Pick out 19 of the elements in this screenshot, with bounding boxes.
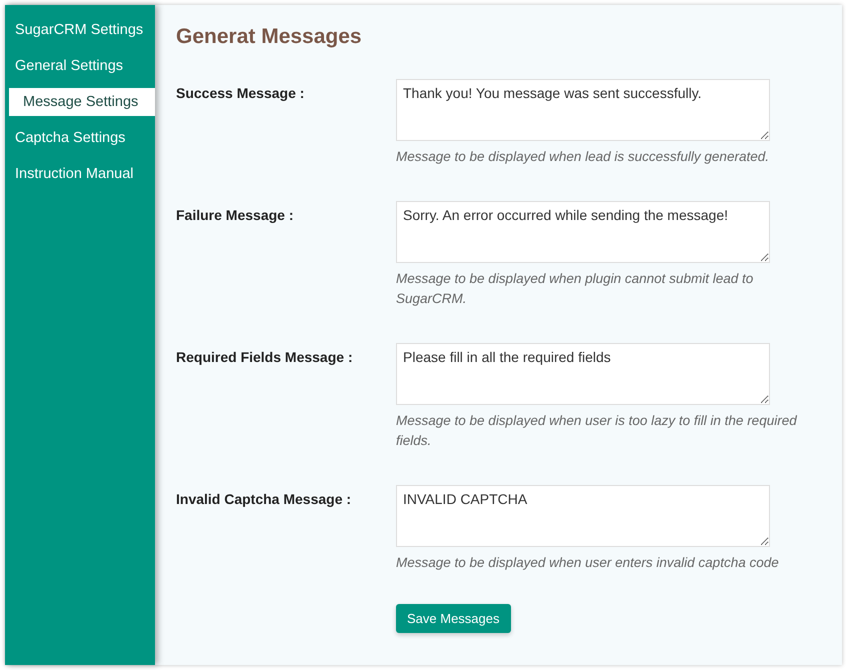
sidebar-item[interactable]: Instruction Manual (5, 160, 155, 188)
sidebar-item[interactable]: General Settings (5, 52, 155, 80)
field-label: Failure Message : (176, 206, 294, 225)
field-label: Required Fields Message : (176, 348, 354, 367)
help-text: Message to be displayed when user enters invalid captcha code (396, 554, 780, 572)
help-text: Message to be displayed when user is too lazy to fill in the required fields. (396, 412, 798, 450)
field-label: Success Message : (176, 84, 306, 103)
sidebar-item[interactable]: Captcha Settings (5, 124, 155, 152)
message-field[interactable]: Thank you! You message was sent successfully. (396, 79, 770, 141)
message-field[interactable]: Sorry. An error occurred while sending the message! (396, 201, 770, 263)
message-field[interactable]: INVALID CAPTCHA (396, 485, 770, 547)
message-field[interactable]: Please fill in all the required fields (396, 343, 770, 405)
help-text: Message to be displayed when plugin cannot submit lead to SugarCRM. (396, 270, 754, 308)
sidebar-item[interactable]: Message Settings (9, 88, 155, 116)
page-title: Generat Messages (176, 25, 363, 49)
sidebar-item[interactable]: SugarCRM Settings (5, 16, 155, 44)
save-button[interactable]: Save Messages (396, 604, 510, 633)
help-text: Message to be displayed when lead is successfully generated. (396, 148, 770, 166)
field-label: Invalid Captcha Message : (176, 490, 352, 509)
